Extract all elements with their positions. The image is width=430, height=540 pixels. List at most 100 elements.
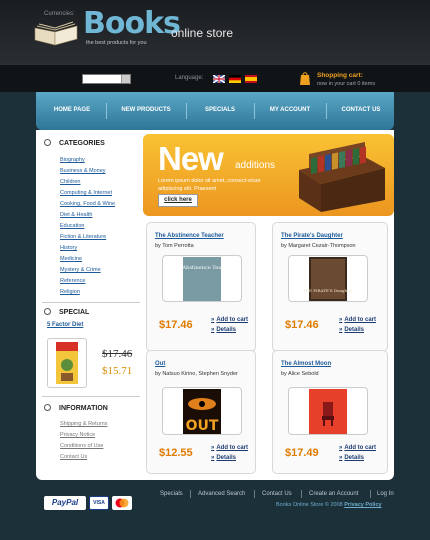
product-image[interactable]: THE PIRATE'S Daughter <box>288 255 368 302</box>
cart-title[interactable]: Shopping cart: <box>317 72 363 79</box>
product-title-link[interactable]: The Almost Moon <box>281 361 331 367</box>
bullet-icon <box>44 308 51 315</box>
nav-contact-us[interactable]: CONTACT US <box>332 107 390 113</box>
special-heading: SPECIAL <box>44 308 89 316</box>
nav-divider <box>106 103 107 119</box>
cart-status: now in your cart 0 items <box>317 81 376 87</box>
category-medicine[interactable]: Medicine <box>60 256 82 262</box>
details-link[interactable]: » Details <box>211 455 236 461</box>
product-price: $12.55 <box>159 447 193 459</box>
currency-select[interactable] <box>82 74 131 84</box>
special-product-link[interactable]: 5 Factor Diet <box>47 322 83 328</box>
nav-divider <box>326 103 327 119</box>
flag-spain-icon[interactable] <box>245 75 257 83</box>
copyright: Books Online Store © 2008 Privacy Policy <box>276 502 382 508</box>
category-fiction[interactable]: Fiction & Literature <box>60 234 106 240</box>
sidebar-divider <box>42 396 140 397</box>
book-cover-icon <box>56 342 78 384</box>
nav-new-products[interactable]: NEW PRODUCTS <box>112 107 180 113</box>
nav-specials[interactable]: SPECIALS <box>192 107 248 113</box>
add-to-cart-link[interactable]: » Add to cart <box>211 445 248 451</box>
add-to-cart-link[interactable]: » Add to cart <box>211 317 248 323</box>
book-chest-illustration <box>299 142 385 212</box>
flag-uk-icon[interactable] <box>213 75 225 83</box>
visa-label: VISA <box>93 500 105 506</box>
category-computing-internet[interactable]: Computing & Internet <box>60 190 112 196</box>
product-author: by Margaret Cezair-Thompson <box>281 243 356 249</box>
category-children[interactable]: Children <box>60 179 80 185</box>
category-biography[interactable]: Biography <box>60 157 85 163</box>
paypal-badge: PayPal <box>44 496 86 510</box>
product-title-link[interactable]: Out <box>155 361 165 367</box>
footer-divider <box>190 490 191 498</box>
arrow-icon: » <box>211 317 215 323</box>
details-label: Details <box>216 327 237 333</box>
product-price: $17.49 <box>285 447 319 459</box>
banner-click-here-button[interactable]: click here <box>158 194 198 207</box>
footer-advanced-search-link[interactable]: Advanced Search <box>198 491 245 497</box>
visa-badge: VISA <box>89 496 109 510</box>
info-conditions[interactable]: Conditions of Use <box>60 443 103 449</box>
footer-login-link[interactable]: Log In <box>377 491 394 497</box>
nav-home[interactable]: HOME PAGE <box>44 107 100 113</box>
nav-divider <box>186 103 187 119</box>
book-logo-icon <box>34 21 78 46</box>
details-link[interactable]: » Details <box>339 455 364 461</box>
product-image[interactable]: OUT <box>162 387 242 435</box>
banner-subheadline: additions <box>235 160 276 171</box>
details-label: Details <box>344 455 365 461</box>
category-mystery[interactable]: Mystery & Crime <box>60 267 101 273</box>
book-cover-icon <box>309 389 347 434</box>
category-education[interactable]: Education <box>60 223 84 229</box>
info-contact[interactable]: Contact Us <box>60 454 87 460</box>
add-to-cart-label: Add to cart <box>344 317 377 323</box>
cover-text: THE PIRATE'S Daughter <box>303 288 353 293</box>
add-to-cart-link[interactable]: » Add to cart <box>339 317 376 323</box>
footer-create-account-link[interactable]: Create an Account <box>309 491 358 497</box>
product-image[interactable] <box>288 387 368 435</box>
nav-divider <box>254 103 255 119</box>
category-cooking[interactable]: Cooking, Food & Wine <box>60 201 115 207</box>
category-diet-health[interactable]: Diet & Health <box>60 212 92 218</box>
footer-divider <box>370 490 371 498</box>
language-label: Language: <box>175 75 204 81</box>
add-to-cart-link[interactable]: » Add to cart <box>339 445 376 451</box>
cover-text: The Abstinence Teacher <box>171 265 233 271</box>
new-additions-banner[interactable]: New additions Lorem ipsum dolor sit amet… <box>143 134 394 216</box>
special-product-image[interactable] <box>47 338 87 388</box>
book-cover-icon: OUT <box>183 389 221 434</box>
add-to-cart-label: Add to cart <box>216 317 249 323</box>
footer-contact-link[interactable]: Contact Us <box>262 491 292 497</box>
content-panel: CATEGORIES Biography Business & Money Ch… <box>36 130 394 480</box>
category-business-money[interactable]: Business & Money <box>60 168 106 174</box>
chevron-down-icon <box>121 75 130 83</box>
tagline: the best products for you <box>86 40 147 46</box>
product-image[interactable]: The Abstinence Teacher <box>162 255 242 302</box>
add-to-cart-label: Add to cart <box>216 445 249 451</box>
logo-title[interactable]: Books <box>83 6 181 41</box>
product-author: by Natsuo Kirino, Stephen Snyder <box>155 371 238 377</box>
flag-germany-icon[interactable] <box>229 75 241 83</box>
product-author: by Alice Sebold <box>281 371 319 377</box>
cover-text: OUT <box>186 418 219 434</box>
categories-title: CATEGORIES <box>59 140 105 147</box>
product-title-link[interactable]: The Abstinence Teacher <box>155 233 224 239</box>
arrow-icon: » <box>339 445 343 451</box>
details-label: Details <box>344 327 365 333</box>
category-religion[interactable]: Religion <box>60 289 80 295</box>
special-title: SPECIAL <box>59 309 90 316</box>
privacy-policy-link[interactable]: Privacy Policy <box>344 502 381 508</box>
details-link[interactable]: » Details <box>211 327 236 333</box>
footer-specials-link[interactable]: Specials <box>160 491 183 497</box>
nav-my-account[interactable]: MY ACCOUNT <box>260 107 320 113</box>
info-shipping[interactable]: Shipping & Returns <box>60 421 107 427</box>
product-card: The Pirate's Daughter by Margaret Cezair… <box>272 222 388 352</box>
product-title-link[interactable]: The Pirate's Daughter <box>281 233 343 239</box>
arrow-icon: » <box>211 445 215 451</box>
cart-icon[interactable] <box>299 71 311 86</box>
category-history[interactable]: History <box>60 245 77 251</box>
product-card: The Abstinence Teacher by Tom Perrotta T… <box>146 222 256 352</box>
info-privacy[interactable]: Privacy Notice <box>60 432 95 438</box>
category-reference[interactable]: Reference <box>60 278 85 284</box>
details-link[interactable]: » Details <box>339 327 364 333</box>
